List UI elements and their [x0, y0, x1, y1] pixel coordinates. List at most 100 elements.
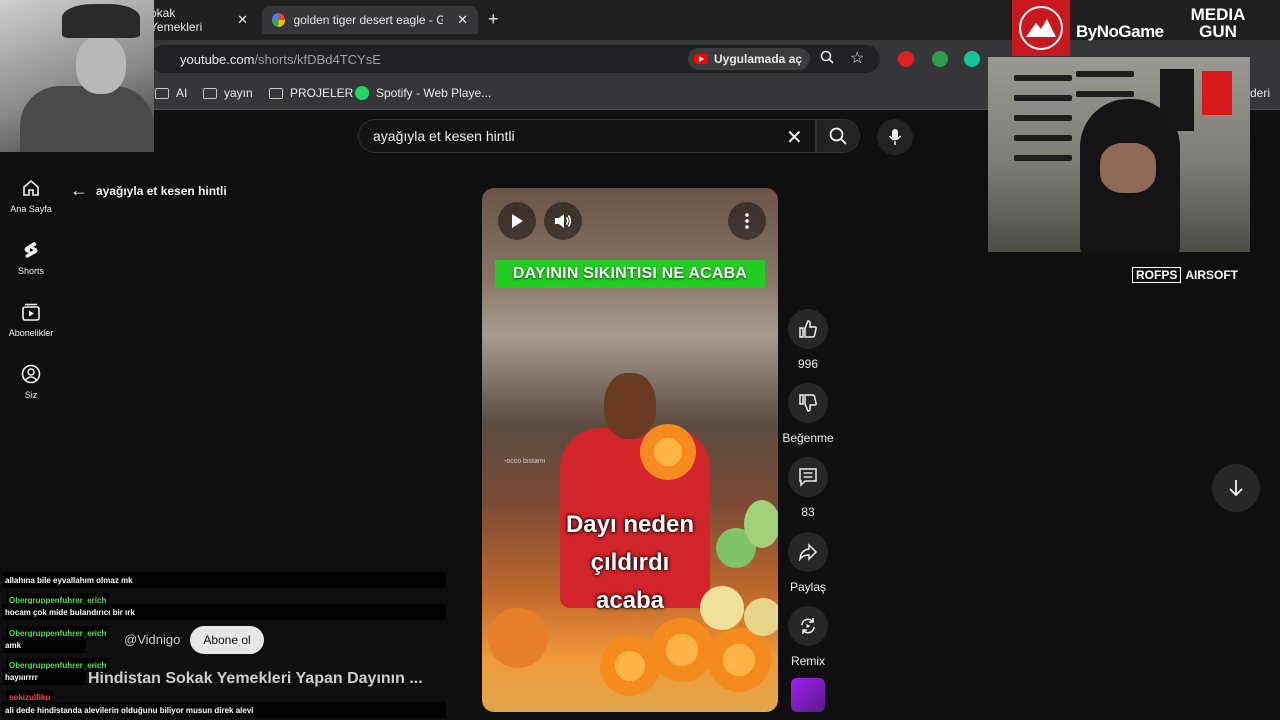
fruit-flower: [640, 424, 696, 480]
home-icon: [23, 179, 39, 196]
wall-rifle: [1014, 155, 1072, 161]
close-tab-icon[interactable]: ✕: [237, 12, 248, 28]
new-tab-button[interactable]: +: [488, 9, 499, 30]
caption-line: çıldırdı: [590, 549, 670, 576]
folder-icon: [155, 87, 169, 99]
wall-rifle: [1014, 95, 1072, 101]
back-label: ayağıyla et kesen hintli: [96, 183, 227, 198]
chat-message: ali dede hindistanda alevilerin olduğunu…: [2, 702, 446, 718]
zoom-icon[interactable]: [820, 50, 834, 67]
open-in-app-button[interactable]: Uygulamada aç: [688, 48, 811, 70]
bookmark-overflow[interactable]: deri: [1250, 86, 1270, 100]
sponsor-mediagun: MEDIA GUN: [1190, 6, 1246, 40]
like-button[interactable]: 996: [782, 309, 834, 371]
video-banner-text: DAYININ SIKINTISI NE ACABA: [495, 260, 765, 288]
microphone-icon: [888, 129, 902, 145]
channel-handle[interactable]: @Vidnigo: [124, 632, 180, 647]
dislike-circle: [788, 383, 828, 423]
nav-label: Shorts: [17, 266, 44, 276]
sponsor-logo: [1012, 0, 1070, 56]
chat-message: hocam çok mide bulandırıcı bir ırk: [2, 604, 446, 620]
chat-message: amk: [2, 637, 86, 653]
tab-google-search[interactable]: golden tiger desert eagle - Goo ✕: [262, 6, 478, 34]
open-in-app-label: Uygulamada aç: [714, 52, 803, 66]
google-icon: [272, 13, 286, 27]
folder-icon: [203, 87, 217, 99]
comments-circle: [788, 457, 828, 497]
share-button[interactable]: Paylaş: [782, 532, 834, 594]
wall-rifle: [1076, 71, 1134, 77]
arrow-down-icon: [1229, 480, 1243, 497]
clear-search-icon[interactable]: ✕: [786, 125, 803, 150]
bookmark-ai[interactable]: AI: [155, 86, 187, 100]
more-vertical-icon: [745, 213, 749, 229]
sponsor-text: GUN: [1199, 22, 1237, 41]
wall-rifle: [1014, 135, 1072, 141]
shorts-video-player[interactable]: DAYININ SIKINTISI NE ACABA -occo bistami…: [482, 188, 778, 712]
portrait-cap: [62, 4, 140, 38]
extension-icon[interactable]: [932, 51, 948, 67]
comment-count: 83: [801, 505, 815, 519]
back-button[interactable]: ← ayağıyla et kesen hintli: [70, 180, 227, 201]
remix-button[interactable]: Remix: [782, 606, 834, 668]
comments-button[interactable]: 83: [782, 457, 834, 519]
search-icon: [829, 127, 847, 145]
video-title[interactable]: Hindistan Sokak Yemekleri Yapan Dayının …: [88, 670, 448, 688]
share-circle: [788, 532, 828, 572]
extension-icon[interactable]: [898, 51, 914, 67]
nav-label: Ana Sayfa: [10, 204, 52, 214]
nav-subscriptions[interactable]: Abonelikler: [0, 302, 62, 338]
spotify-icon: [355, 86, 369, 100]
caption-line: Dayı neden: [565, 511, 695, 538]
bookmark-label: Spotify - Web Playe...: [376, 86, 492, 100]
more-options-button[interactable]: [728, 202, 766, 240]
nav-home[interactable]: Ana Sayfa: [0, 178, 62, 214]
wall-rifle: [1014, 75, 1072, 81]
play-button[interactable]: [498, 202, 536, 240]
sponsor-text: AIRSOFT: [1185, 268, 1239, 282]
like-count: 996: [797, 357, 819, 371]
sponsor-text: MEDIA: [1190, 5, 1246, 24]
close-tab-icon[interactable]: ✕: [457, 12, 468, 28]
search-button[interactable]: [816, 119, 860, 153]
remix-label: Remix: [790, 654, 825, 668]
bookmark-projeler[interactable]: PROJELER: [269, 86, 353, 100]
nav-you[interactable]: Siz: [0, 364, 62, 400]
thumbs-down-icon: [799, 394, 817, 412]
tab-label: okak Yemekleri: [150, 6, 203, 34]
url-host: youtube.com: [180, 51, 255, 67]
dislike-button[interactable]: Beğenme: [776, 383, 840, 445]
search-input[interactable]: ayağıyla et kesen hintli: [358, 119, 816, 153]
subscriptions-icon: [22, 303, 40, 321]
sponsor-rofps: ROFPS AIRSOFT: [1132, 266, 1238, 284]
sponsor-text: ROFPS: [1132, 267, 1182, 283]
tab-label: golden tiger desert eagle - Goo: [293, 13, 444, 27]
channel-avatar[interactable]: [791, 678, 825, 712]
tab-street-food[interactable]: okak Yemekleri ✕: [140, 6, 258, 34]
volume-button[interactable]: [544, 202, 582, 240]
next-video-button[interactable]: [1212, 464, 1260, 512]
share-label: Paylaş: [789, 580, 827, 594]
nav-label: Siz: [24, 390, 38, 400]
video-caption: Dayı neden çıldırdı acaba: [482, 506, 778, 620]
nav-label: Abonelikler: [8, 328, 54, 338]
youtube-icon: [694, 54, 708, 64]
chat-message: allahına bile eyvallahım olmaz mk: [2, 572, 446, 588]
like-circle: [788, 309, 828, 349]
wall-rifle: [1014, 115, 1072, 121]
comment-icon: [799, 468, 817, 487]
bookmark-spotify[interactable]: Spotify - Web Playe...: [355, 86, 491, 100]
share-icon: [798, 543, 818, 562]
nav-shorts[interactable]: Shorts: [0, 240, 62, 276]
subscribe-button[interactable]: Abone ol: [190, 626, 264, 654]
bookmark-star-icon[interactable]: ☆: [850, 48, 864, 68]
grammarly-icon[interactable]: [964, 51, 980, 67]
voice-search-button[interactable]: [877, 119, 913, 155]
bookmark-label: AI: [176, 86, 188, 100]
bookmark-yayin[interactable]: yayın: [203, 86, 253, 100]
caption-line: acaba: [595, 587, 665, 614]
fruit-flower: [600, 636, 660, 696]
folder-icon: [269, 87, 283, 99]
portrait-body: [20, 86, 154, 152]
wall-flag-red: [1202, 71, 1232, 115]
